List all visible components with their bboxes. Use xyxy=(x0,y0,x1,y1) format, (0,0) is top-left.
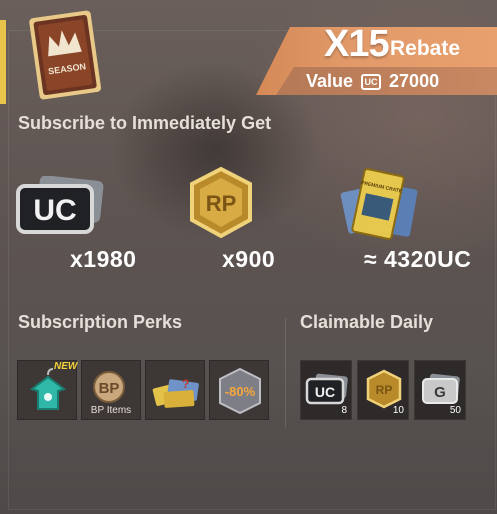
new-badge: NEW xyxy=(54,361,78,372)
discount-icon: -80% xyxy=(219,367,261,415)
perks-heading: Subscription Perks xyxy=(18,312,183,332)
coupons-icon: ? xyxy=(152,377,199,408)
uc-reward-amount: x1980 xyxy=(70,246,137,272)
premium-crate-icon: PREMIUM CRATE xyxy=(338,168,424,249)
value-amount: 27000 xyxy=(389,71,440,91)
daily-uc-count: 8 xyxy=(341,405,347,416)
rebate-banner: X15 Rebate Value UC 27000 xyxy=(256,23,497,95)
value-label: Value xyxy=(306,71,354,91)
daily-uc-tile[interactable]: UC 8 xyxy=(300,360,352,420)
daily-rp-tile[interactable]: RP 10 xyxy=(357,360,409,420)
value-row: Value UC 27000 xyxy=(306,71,439,92)
svg-text:UC: UC xyxy=(315,384,335,400)
svg-text:RP: RP xyxy=(376,383,393,397)
svg-text:G: G xyxy=(434,384,446,401)
subscribe-heading: Subscribe to Immediately Get xyxy=(18,113,272,133)
perk-outfit-tile[interactable]: NEW xyxy=(17,360,77,420)
rebate-label: Rebate xyxy=(390,37,461,60)
perk-discount-tile[interactable]: -80% xyxy=(209,360,269,420)
daily-rp-count: 10 xyxy=(392,405,404,416)
rp-reward-icon: RP xyxy=(184,166,258,245)
perk-coupons-tile[interactable]: ? xyxy=(145,360,205,420)
season-card-icon: SEASON xyxy=(29,10,102,100)
svg-text:UC: UC xyxy=(33,194,76,227)
svg-text:-80%: -80% xyxy=(225,384,256,399)
rebate-multiplier: X15 xyxy=(324,23,390,65)
daily-g-coin-tile[interactable]: G 50 xyxy=(414,360,466,420)
season-badge: SEASON xyxy=(20,4,110,104)
daily-g-coin-count: 50 xyxy=(449,405,461,416)
rp-reward-amount: x900 xyxy=(222,246,276,272)
crate-reward-amount: ≈ 4320UC xyxy=(364,246,472,272)
daily-heading: Claimable Daily xyxy=(300,312,434,332)
section-divider xyxy=(285,318,286,428)
svg-text:?: ? xyxy=(182,377,189,391)
perk-bp-tile[interactable]: BP BP Items xyxy=(81,360,141,420)
bp-items-label: BP Items xyxy=(90,405,132,416)
uc-reward-icon: UC xyxy=(14,175,106,241)
svg-text:RP: RP xyxy=(206,191,237,216)
left-accent-bar xyxy=(0,20,6,104)
svg-text:BP: BP xyxy=(99,380,120,397)
uc-icon: UC xyxy=(361,73,382,90)
